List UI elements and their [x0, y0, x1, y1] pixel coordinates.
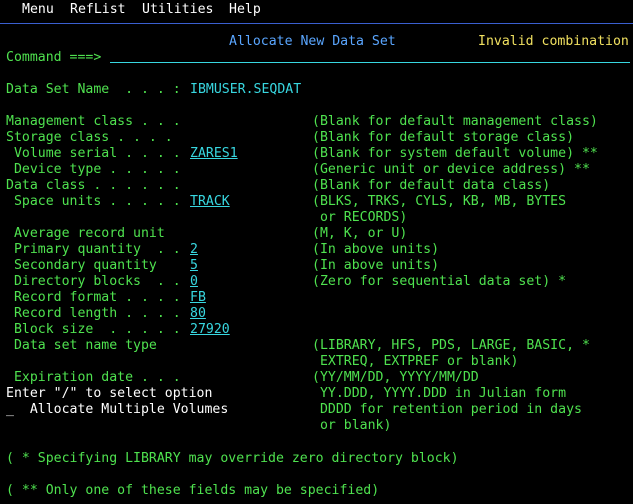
field-label: Device type . . . . . — [6, 162, 181, 177]
field-input[interactable]: 27920 — [190, 322, 238, 338]
field-hint: DDDD for retention period in days — [312, 402, 582, 417]
field-hint: or RECORDS) — [312, 210, 408, 225]
dsname-label: Data Set Name . . . : — [6, 82, 181, 97]
field-label: Block size . . . . . — [6, 322, 181, 337]
field-hint: (M, K, or U) — [312, 226, 408, 241]
menu-item-menu[interactable]: Menu — [22, 2, 54, 18]
command-input[interactable] — [110, 62, 630, 63]
note-exclusive: ( ** Only one of these fields may be spe… — [6, 483, 380, 498]
field-label: Enter "/" to select option — [6, 386, 213, 401]
field-hint: or blank) — [312, 418, 392, 433]
field-hint: (Blank for default storage class) — [312, 130, 575, 145]
field-hint: (Blank for system default volume) ** — [312, 146, 598, 161]
menu-separator — [0, 23, 633, 24]
field-label: _ Allocate Multiple Volumes — [6, 402, 229, 417]
error-message: Invalid combination — [478, 34, 629, 49]
field-label: Volume serial . . . . — [6, 146, 181, 161]
menu-item-utilities[interactable]: Utilities — [142, 2, 213, 18]
note-library: ( * Specifying LIBRARY may override zero… — [6, 451, 459, 466]
field-label: Primary quantity . . — [6, 242, 181, 257]
field-hint: YY.DDD, YYYY.DDD in Julian form — [312, 386, 567, 401]
field-label: Data class . . . . . . — [6, 178, 181, 193]
field-label: Data set name type — [6, 338, 157, 353]
menu-bar: Menu RefList Utilities Help — [0, 0, 633, 20]
field-hint: (Generic unit or device address) ** — [312, 162, 590, 177]
dsname-value: IBMUSER.SEQDAT — [190, 82, 302, 97]
field-label: Space units . . . . . — [6, 194, 181, 209]
field-hint: (Blank for default data class) — [312, 178, 551, 193]
menu-item-help[interactable]: Help — [229, 2, 261, 18]
field-input[interactable]: 2 — [190, 242, 294, 258]
field-label: Management class . . . — [6, 114, 181, 129]
field-hint: (In above units) — [312, 258, 440, 273]
field-label: Secondary quantity — [6, 258, 157, 273]
field-label: Storage class . . . . — [6, 130, 173, 145]
field-input[interactable]: TRACK — [190, 194, 270, 210]
field-hint: (In above units) — [312, 242, 440, 257]
field-input[interactable]: 80 — [190, 306, 238, 322]
field-input[interactable]: FB — [190, 290, 238, 306]
field-hint: (Zero for sequential data set) * — [312, 274, 567, 289]
menu-item-reflist[interactable]: RefList — [70, 2, 126, 18]
command-label: Command ===> — [6, 50, 102, 65]
field-label: Record format . . . . — [6, 290, 181, 305]
field-hint: (BLKS, TRKS, CYLS, KB, MB, BYTES — [312, 194, 567, 209]
field-hint: (LIBRARY, HFS, PDS, LARGE, BASIC, * — [312, 338, 590, 353]
field-input[interactable]: 5 — [190, 258, 286, 274]
field-input[interactable]: ZARES1 — [190, 146, 254, 162]
field-label: Directory blocks . . — [6, 274, 181, 289]
field-hint: EXTREQ, EXTPREF or blank) — [312, 354, 519, 369]
field-hint: (Blank for default management class) — [312, 114, 598, 129]
field-label: Record length . . . . — [6, 306, 181, 321]
field-label: Expiration date . . . — [6, 370, 181, 385]
field-input[interactable]: 0 — [190, 274, 238, 290]
field-label: Average record unit — [6, 226, 165, 241]
panel-title: Allocate New Data Set — [229, 34, 396, 49]
field-hint: (YY/MM/DD, YYYY/MM/DD — [312, 370, 479, 385]
